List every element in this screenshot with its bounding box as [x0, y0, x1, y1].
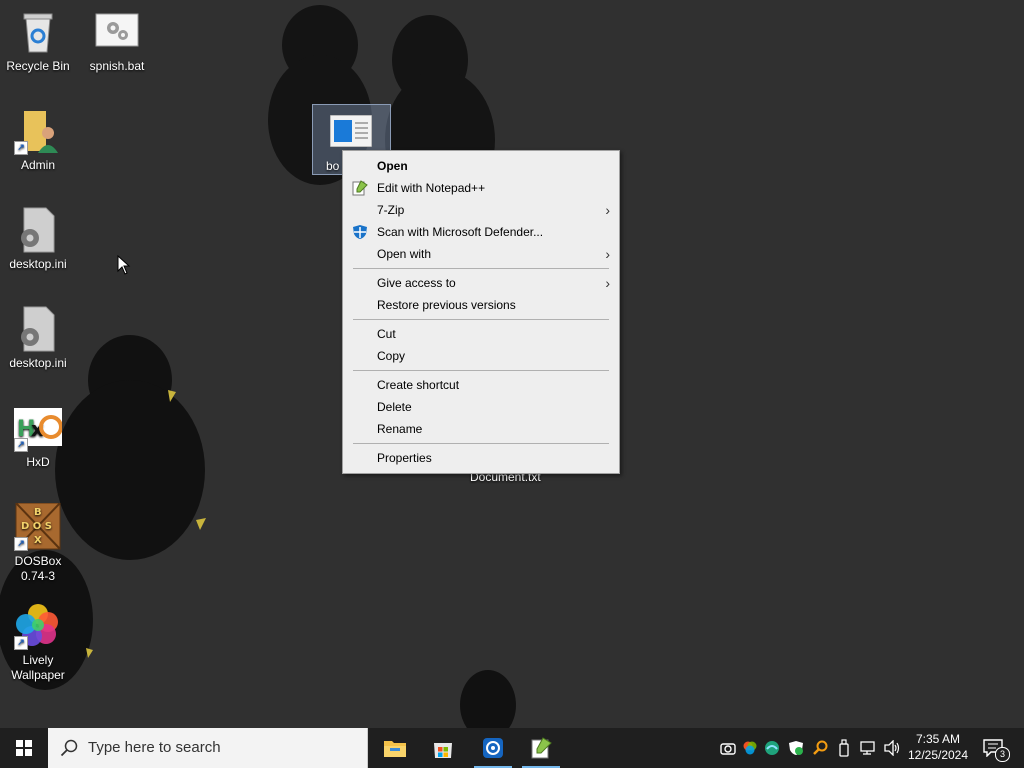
- color-wheel-tray-icon[interactable]: [742, 740, 758, 756]
- clock-date: 12/25/2024: [907, 748, 969, 762]
- search-placeholder: Type here to search: [88, 739, 221, 756]
- desktop-icon-label: desktop.ini: [9, 356, 67, 370]
- camera-tray-icon[interactable]: [720, 740, 736, 756]
- menu-item-create-shortcut[interactable]: Create shortcut: [343, 374, 619, 396]
- notepadpp-icon: [531, 737, 552, 759]
- taskbar-notepadpp[interactable]: [518, 728, 564, 768]
- desktop-icon-label: spnish.bat: [89, 59, 145, 73]
- taskbar-search-box[interactable]: Type here to search: [48, 728, 368, 768]
- svg-text:B: B: [34, 507, 42, 518]
- mouse-cursor-icon: [117, 255, 131, 275]
- defender-icon: [353, 225, 367, 239]
- batch-file-icon: [93, 8, 141, 56]
- desktop-icon-desktop-ini-2[interactable]: desktop.ini: [0, 305, 76, 371]
- menu-separator: [353, 319, 609, 320]
- menu-item-give-access[interactable]: Give access to ›: [343, 272, 619, 294]
- menu-item-label: 7-Zip: [377, 203, 405, 217]
- desktop-icon-dosbox[interactable]: B D O S X ↗ DOSBox 0.74-3: [0, 502, 76, 584]
- taskbar-clock[interactable]: 7:35 AM 12/25/2024: [904, 731, 972, 763]
- selected-icon-label: bo: [326, 159, 340, 173]
- taskbar-app-active[interactable]: [470, 728, 516, 768]
- menu-item-label: Open: [377, 159, 408, 173]
- magnifier-tray-icon[interactable]: [812, 740, 828, 756]
- chevron-right-icon: ›: [605, 275, 610, 291]
- volume-tray-icon[interactable]: [884, 740, 902, 756]
- context-menu: Open Edit with Notepad++ 7-Zip › Scan wi…: [342, 150, 620, 474]
- clock-time: 7:35 AM: [915, 732, 961, 746]
- shortcut-arrow-icon: ↗: [14, 636, 28, 650]
- menu-item-copy[interactable]: Copy: [343, 345, 619, 367]
- hxd-icon: H x ↗: [14, 404, 63, 452]
- desktop-icon-label: Lively Wallpaper: [11, 653, 65, 682]
- document-window-icon: [330, 115, 372, 147]
- menu-item-label: Give access to: [377, 276, 456, 290]
- windows-logo-icon: [16, 740, 32, 756]
- file-explorer-icon: [384, 741, 406, 757]
- chevron-right-icon: ›: [605, 202, 610, 218]
- menu-item-label: Open with: [377, 247, 432, 261]
- desktop-icon-label: Recycle Bin: [6, 59, 70, 73]
- chevron-right-icon: ›: [605, 246, 610, 262]
- svg-text:D O S: D O S: [21, 521, 52, 532]
- notification-count-badge: 3: [995, 747, 1010, 762]
- menu-item-label: Copy: [377, 349, 406, 363]
- menu-item-scan-defender[interactable]: Scan with Microsoft Defender...: [343, 221, 619, 243]
- microsoft-store-icon: [434, 743, 452, 758]
- menu-item-open[interactable]: Open: [343, 155, 619, 177]
- menu-item-edit-notepadpp[interactable]: Edit with Notepad++: [343, 177, 619, 199]
- menu-item-open-with[interactable]: Open with ›: [343, 243, 619, 265]
- menu-item-label: Scan with Microsoft Defender...: [377, 225, 544, 239]
- edge-tray-icon[interactable]: [764, 740, 780, 756]
- app-icon: [483, 738, 503, 758]
- settings-file-icon: [14, 206, 62, 254]
- menu-item-label: Edit with Notepad++: [377, 181, 486, 195]
- action-center-button[interactable]: 3: [978, 728, 1024, 768]
- start-button[interactable]: [0, 728, 48, 768]
- dosbox-icon: B D O S X ↗: [14, 502, 62, 551]
- menu-item-delete[interactable]: Delete: [343, 396, 619, 418]
- desktop-icon-lively-wallpaper[interactable]: ↗ Lively Wallpaper: [0, 602, 76, 683]
- shortcut-arrow-icon: ↗: [14, 141, 28, 155]
- menu-item-label: Properties: [377, 451, 432, 465]
- recycle-bin-icon: [14, 8, 62, 56]
- menu-separator: [353, 443, 609, 444]
- desktop-icon-recycle-bin[interactable]: Recycle Bin: [0, 8, 76, 74]
- menu-separator: [353, 268, 609, 269]
- desktop-icon-label: HxD: [26, 455, 50, 469]
- menu-item-label: Restore previous versions: [377, 298, 516, 312]
- system-tray: [716, 728, 902, 768]
- menu-item-rename[interactable]: Rename: [343, 418, 619, 440]
- menu-item-label: Rename: [377, 422, 423, 436]
- menu-item-restore-versions[interactable]: Restore previous versions: [343, 294, 619, 316]
- desktop-icon-spnish-bat[interactable]: spnish.bat: [79, 8, 155, 74]
- menu-item-label: Create shortcut: [377, 378, 460, 392]
- menu-item-7zip[interactable]: 7-Zip ›: [343, 199, 619, 221]
- menu-item-cut[interactable]: Cut: [343, 323, 619, 345]
- settings-file-icon: [14, 305, 62, 353]
- taskbar: Type here to search 7:35 AM 12/25/2024 3: [0, 728, 1024, 768]
- desktop-icon-desktop-ini-1[interactable]: desktop.ini: [0, 206, 76, 272]
- usb-device-tray-icon[interactable]: [836, 739, 852, 757]
- desktop-icon-hxd[interactable]: H x ↗ HxD: [0, 404, 76, 470]
- desktop-icon-label: DOSBox 0.74-3: [14, 554, 62, 583]
- taskbar-file-explorer[interactable]: [372, 728, 418, 768]
- user-folder-icon: ↗: [14, 107, 62, 155]
- svg-text:X: X: [34, 535, 42, 546]
- menu-item-properties[interactable]: Properties: [343, 447, 619, 469]
- taskbar-microsoft-store[interactable]: [420, 728, 466, 768]
- desktop-icon-label: desktop.ini: [9, 257, 67, 271]
- lively-wallpaper-icon: ↗: [14, 602, 62, 650]
- desktop-icon-admin[interactable]: ↗ Admin: [0, 107, 76, 173]
- defender-tray-icon[interactable]: [788, 740, 804, 756]
- notepadpp-icon: [352, 180, 368, 196]
- search-icon: [60, 739, 78, 757]
- menu-separator: [353, 370, 609, 371]
- shortcut-arrow-icon: ↗: [14, 438, 28, 452]
- menu-item-label: Delete: [377, 400, 412, 414]
- menu-item-label: Cut: [377, 327, 396, 341]
- network-tray-icon[interactable]: [860, 740, 878, 756]
- shortcut-arrow-icon: ↗: [14, 537, 28, 551]
- desktop-icon-label: Admin: [20, 158, 55, 172]
